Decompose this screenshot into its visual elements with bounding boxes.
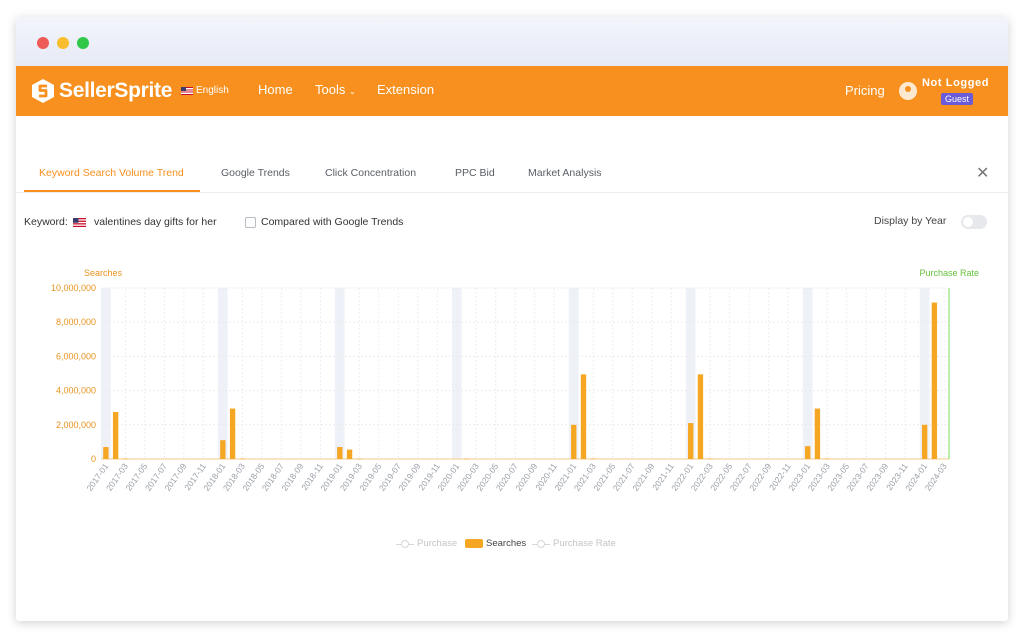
legend-searches[interactable]: Searches	[465, 538, 526, 549]
y-tick-label: 8,000,000	[56, 317, 96, 327]
bar-searches-2017-02	[112, 411, 119, 459]
bar-searches-2017-01	[103, 447, 109, 459]
line-marker-icon	[396, 539, 414, 548]
legend-purchase-rate-label: Purchase Rate	[553, 538, 616, 549]
bar-searches-2024-02	[931, 302, 938, 459]
bar-searches-2021-02	[580, 374, 587, 459]
bar-searches-2021-03	[590, 458, 596, 460]
bar-searches-2018-03	[239, 458, 246, 460]
y-tick-label: 6,000,000	[56, 351, 96, 361]
bar-marker-icon	[465, 539, 483, 548]
bar-searches-2019-02	[346, 449, 353, 459]
bar-searches-2024-01	[921, 424, 928, 459]
left-axis-title: Searches	[84, 268, 123, 278]
bar-searches-2018-02	[229, 408, 236, 459]
bar-searches-2017-03	[122, 458, 129, 460]
bar-searches-2019-03	[356, 458, 362, 460]
bar-searches-2019-01	[337, 447, 343, 459]
bar-searches-2022-02	[697, 374, 704, 459]
y-tick-label: 4,000,000	[56, 386, 96, 396]
bar-searches-2018-01	[220, 440, 226, 459]
legend-searches-label: Searches	[486, 538, 527, 549]
bar-searches-2022-03	[707, 458, 713, 460]
bar-searches-2023-03	[824, 458, 830, 460]
bar-searches-2020-02	[463, 458, 470, 460]
y-tick-label: 10,000,000	[51, 283, 96, 293]
bar-searches-2023-02	[814, 408, 821, 459]
legend-purchase[interactable]: Purchase	[396, 538, 457, 549]
bar-searches-2022-01	[688, 423, 694, 459]
legend-purchase-rate[interactable]: Purchase Rate	[532, 538, 616, 549]
bar-searches-2023-01	[804, 446, 811, 459]
bar-searches-2021-01	[571, 424, 577, 459]
legend-purchase-label: Purchase	[417, 538, 458, 549]
y-tick-label: 0	[91, 454, 96, 464]
y-tick-label: 2,000,000	[56, 420, 96, 430]
browser-window: SellerSprite English Home Tools ⌄ Extens…	[16, 17, 1008, 621]
line-marker-icon	[532, 539, 550, 548]
right-axis-title: Purchase Rate	[919, 268, 979, 278]
search-volume-chart: 10,000,000 8,000,000 6,000,000 4,000,000 2,0…	[51, 268, 979, 493]
